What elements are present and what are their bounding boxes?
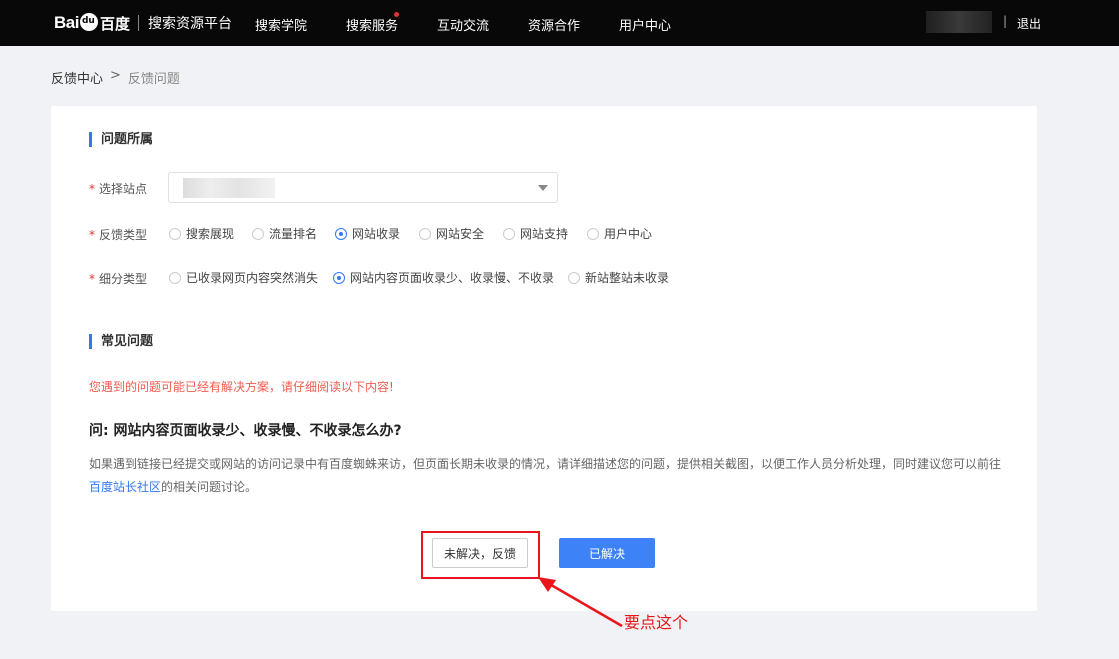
required-mark: * bbox=[89, 228, 95, 242]
faq-answer-text: 如果遇到链接已经提交或网站的访问记录中有百度蜘蛛来访，但页面长期未收录的情况，请… bbox=[89, 457, 1002, 471]
nav-item-interaction[interactable]: 互动交流 bbox=[437, 15, 489, 34]
radio-type-site-support[interactable]: 网站支持 bbox=[503, 225, 568, 242]
caret-down-icon bbox=[538, 185, 548, 191]
breadcrumb-current: 反馈问题 bbox=[127, 72, 180, 87]
section-title-faq: 常见问题 bbox=[89, 334, 153, 349]
top-nav-bar: Bai 百度 搜索资源平台 搜索学院 搜索服务 互动交流 资源合作 用户中心 |… bbox=[0, 0, 1119, 46]
annotation-text: 要点这个 bbox=[624, 613, 689, 632]
nav-item-resource-cooperation[interactable]: 资源合作 bbox=[528, 15, 580, 34]
radio-subtype-low-indexing[interactable]: 网站内容页面收录少、收录慢、不收录 bbox=[333, 269, 554, 286]
breadcrumb-root[interactable]: 反馈中心 bbox=[51, 68, 103, 87]
radio-label: 网站内容页面收录少、收录慢、不收录 bbox=[350, 271, 555, 285]
logout-link[interactable]: 退出 bbox=[1017, 15, 1041, 32]
subtype-label-text: 细分类型 bbox=[99, 272, 148, 286]
radio-label: 流量排名 bbox=[269, 227, 318, 241]
unsolved-feedback-button[interactable]: 未解决，反馈 bbox=[432, 538, 528, 568]
radio-type-search-display[interactable]: 搜索展现 bbox=[169, 225, 234, 242]
faq-answer: 如果遇到链接已经提交或网站的访问记录中有百度蜘蛛来访，但页面长期未收录的情况，请… bbox=[89, 453, 1001, 499]
radio-label: 网站安全 bbox=[436, 227, 485, 241]
paw-icon bbox=[79, 13, 98, 31]
breadcrumb: 反馈中心 > 反馈问题 bbox=[51, 68, 180, 87]
site-label-text: 选择站点 bbox=[99, 182, 148, 196]
logo-brand: Bai bbox=[54, 13, 79, 32]
radio-checked-icon bbox=[335, 227, 347, 240]
radio-circle-icon bbox=[252, 227, 264, 240]
logo-brand-cn: 百度 bbox=[99, 14, 130, 33]
radio-type-user-center[interactable]: 用户中心 bbox=[587, 225, 652, 242]
radio-type-site-indexing[interactable]: 网站收录 bbox=[335, 225, 400, 242]
platform-name: 搜索资源平台 bbox=[147, 16, 232, 32]
subtype-field-label: * 细分类型 bbox=[89, 270, 147, 287]
type-label-text: 反馈类型 bbox=[99, 228, 148, 242]
site-field-label: * 选择站点 bbox=[89, 180, 147, 197]
radio-type-traffic-ranking[interactable]: 流量排名 bbox=[252, 225, 317, 242]
radio-label: 新站整站未收录 bbox=[585, 271, 670, 285]
faq-question: 问: 网站内容页面收录少、收录慢、不收录怎么办? bbox=[89, 423, 402, 439]
radio-circle-icon bbox=[169, 271, 181, 284]
radio-type-site-security[interactable]: 网站安全 bbox=[419, 225, 484, 242]
radio-label: 网站收录 bbox=[352, 227, 401, 241]
required-mark: * bbox=[89, 272, 95, 286]
radio-label: 用户中心 bbox=[604, 227, 653, 241]
logo-divider bbox=[137, 15, 139, 31]
notification-dot bbox=[394, 12, 399, 17]
baidu-logo[interactable]: Bai 百度 搜索资源平台 bbox=[54, 11, 232, 35]
faq-answer-tail: 的相关问题讨论。 bbox=[161, 480, 258, 494]
breadcrumb-separator: > bbox=[110, 68, 121, 83]
topbar-separator: | bbox=[1003, 14, 1008, 28]
required-mark: * bbox=[89, 182, 95, 196]
radio-checked-icon bbox=[333, 271, 345, 284]
user-avatar-name[interactable] bbox=[926, 11, 992, 33]
nav-item-search-academy[interactable]: 搜索学院 bbox=[255, 15, 307, 34]
radio-label: 网站支持 bbox=[520, 227, 569, 241]
section-title-problem: 问题所属 bbox=[89, 132, 153, 147]
radio-subtype-new-site-unindexed[interactable]: 新站整站未收录 bbox=[568, 269, 669, 286]
radio-circle-icon bbox=[587, 227, 599, 240]
nav-item-user-center[interactable]: 用户中心 bbox=[619, 15, 671, 34]
radio-circle-icon bbox=[169, 227, 181, 240]
radio-label: 搜索展现 bbox=[186, 227, 235, 241]
faq-warning: 您遇到的问题可能已经有解决方案，请仔细阅读以下内容! bbox=[89, 380, 394, 394]
radio-subtype-content-disappeared[interactable]: 已收录网页内容突然消失 bbox=[169, 269, 318, 286]
community-link[interactable]: 百度站长社区 bbox=[89, 480, 161, 494]
solved-button[interactable]: 已解决 bbox=[559, 538, 655, 568]
red-arrow-icon bbox=[538, 577, 623, 628]
nav-item-search-service[interactable]: 搜索服务 bbox=[346, 15, 398, 34]
site-select[interactable] bbox=[168, 172, 558, 203]
radio-circle-icon bbox=[568, 271, 580, 284]
selected-site-value bbox=[183, 178, 275, 198]
radio-label: 已收录网页内容突然消失 bbox=[186, 271, 319, 285]
type-field-label: * 反馈类型 bbox=[89, 226, 147, 243]
radio-circle-icon bbox=[419, 227, 431, 240]
radio-circle-icon bbox=[503, 227, 515, 240]
